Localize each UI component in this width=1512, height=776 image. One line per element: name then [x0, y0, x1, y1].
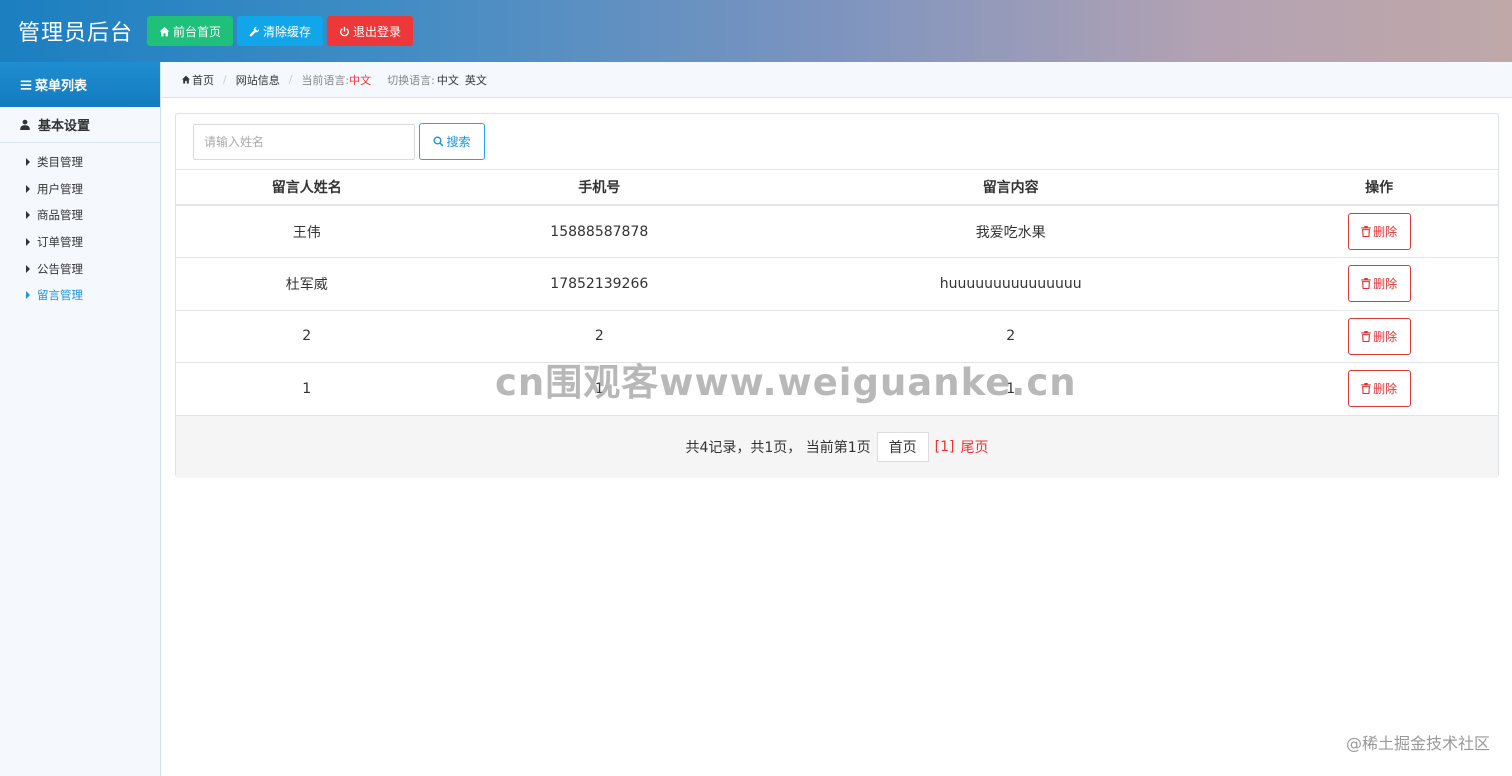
cell-actions: 删除 [1260, 257, 1498, 311]
search-icon [433, 136, 444, 147]
menu-icon [20, 80, 32, 90]
clear-cache-button[interactable]: 清除缓存 [237, 16, 324, 46]
sidebar: 菜单列表 基本设置 类目管理 用户管理 商品管理 订单管理 公告管理 留言管理 [0, 62, 161, 776]
first-page-button[interactable]: 首页 [876, 431, 929, 462]
sidebar-heading-label: 菜单列表 [35, 79, 88, 94]
caret-right-icon [26, 211, 30, 220]
sidebar-item-label: 用户管理 [37, 181, 83, 196]
breadcrumb-current: 网站信息 [235, 73, 280, 87]
cell-actions: 删除 [1260, 362, 1498, 416]
delete-button[interactable]: 删除 [1347, 265, 1411, 303]
sidebar-item-category[interactable]: 类目管理 [0, 149, 160, 176]
cell-phone: 15888587878 [437, 205, 762, 258]
sidebar-item-label: 商品管理 [37, 208, 83, 223]
sidebar-menu: 类目管理 用户管理 商品管理 订单管理 公告管理 留言管理 [0, 143, 160, 309]
delete-label: 删除 [1373, 382, 1398, 397]
delete-button[interactable]: 删除 [1347, 370, 1411, 408]
pagination-summary: 共4记录，共1页， 当前第1页 [685, 439, 871, 456]
search-button-label: 搜索 [446, 135, 471, 149]
cell-actions: 删除 [1260, 310, 1498, 363]
last-page-link[interactable]: 尾页 [961, 437, 989, 457]
delete-button[interactable]: 删除 [1347, 317, 1411, 355]
table-header-row: 留言人姓名 手机号 留言内容 操作 [176, 170, 1498, 206]
switch-language-label: 切换语言: [387, 73, 435, 87]
messages-table: 留言人姓名 手机号 留言内容 操作 王伟 15888587878 我爱吃水果 删… [176, 170, 1498, 416]
sidebar-item-label: 公告管理 [37, 261, 83, 276]
breadcrumb: 首页 / 网站信息 / 当前语言: 中文 切换语言: 中文 英文 [161, 62, 1512, 98]
frontend-home-button[interactable]: 前台首页 [147, 16, 234, 46]
table-row: 王伟 15888587878 我爱吃水果 删除 [176, 205, 1498, 258]
search-toolbar: 搜索 [176, 114, 1498, 170]
breadcrumb-separator: / [288, 73, 293, 86]
language-chinese-link[interactable]: 中文 [437, 72, 459, 88]
sidebar-group-label: 基本设置 [38, 119, 91, 134]
trash-icon [1361, 330, 1371, 342]
cell-name: 杜军威 [176, 257, 438, 311]
cell-name: 2 [176, 310, 438, 363]
cell-content: 2 [761, 310, 1261, 363]
language-english-link[interactable]: 英文 [465, 72, 487, 88]
sidebar-item-orders[interactable]: 订单管理 [0, 229, 160, 256]
current-page-link[interactable]: [1] [935, 439, 955, 455]
cell-actions: 删除 [1260, 205, 1498, 258]
power-icon [340, 26, 350, 36]
caret-right-icon [26, 264, 30, 273]
user-icon [20, 119, 30, 130]
cell-content: 1 [761, 362, 1261, 416]
search-button[interactable]: 搜索 [419, 123, 485, 160]
frontend-home-label: 前台首页 [173, 24, 222, 39]
home-icon [182, 75, 190, 84]
trash-icon [1361, 226, 1371, 237]
sidebar-item-messages[interactable]: 留言管理 [0, 282, 160, 309]
sidebar-item-users[interactable]: 用户管理 [0, 176, 160, 203]
cell-content: huuuuuuuuuuuuuuu [761, 257, 1261, 311]
caret-right-icon [26, 291, 30, 300]
cell-name: 1 [176, 362, 438, 416]
sidebar-item-notices[interactable]: 公告管理 [0, 255, 160, 282]
clear-cache-label: 清除缓存 [263, 24, 312, 39]
cell-phone: 1 [437, 362, 762, 416]
cell-phone: 17852139266 [437, 257, 762, 311]
corner-watermark: @稀土掘金技术社区 [1345, 734, 1490, 753]
app-title: 管理员后台 [18, 21, 134, 46]
cell-name: 王伟 [176, 205, 438, 258]
column-header-content: 留言内容 [761, 170, 1261, 206]
table-row: 2 2 2 删除 [176, 310, 1498, 363]
column-header-name: 留言人姓名 [176, 170, 438, 206]
pagination: 共4记录，共1页， 当前第1页 首页 [1] 尾页 [176, 415, 1498, 478]
logout-label: 退出登录 [353, 24, 402, 39]
name-search-input[interactable] [193, 123, 415, 160]
cell-content: 我爱吃水果 [761, 205, 1261, 258]
trash-icon [1361, 383, 1371, 395]
column-header-phone: 手机号 [437, 170, 762, 206]
table-row: 杜军威 17852139266 huuuuuuuuuuuuuuu 删除 [176, 257, 1498, 311]
logout-button[interactable]: 退出登录 [327, 16, 414, 46]
sidebar-item-label: 订单管理 [37, 235, 83, 250]
sidebar-group-basic-settings[interactable]: 基本设置 [0, 107, 160, 143]
trash-icon [1361, 278, 1371, 290]
breadcrumb-separator: / [223, 73, 227, 86]
delete-label: 删除 [1373, 277, 1398, 292]
sidebar-item-products[interactable]: 商品管理 [0, 202, 160, 229]
table-row: 1 1 1 删除 [176, 362, 1498, 416]
sidebar-heading: 菜单列表 [0, 62, 160, 107]
current-language-label: 当前语言: [301, 73, 350, 87]
top-header: 管理员后台 前台首页 清除缓存 退出登录 [0, 0, 1512, 62]
messages-panel: 搜索 留言人姓名 手机号 留言内容 操作 王伟 15888587878 我爱吃水… [175, 113, 1499, 478]
cell-phone: 2 [437, 310, 762, 363]
current-language-value: 中文 [349, 73, 372, 87]
caret-right-icon [26, 158, 30, 167]
delete-button[interactable]: 删除 [1347, 213, 1411, 250]
wrench-icon [249, 26, 260, 36]
column-header-actions: 操作 [1260, 170, 1498, 206]
home-icon [159, 26, 170, 36]
breadcrumb-home[interactable]: 首页 [192, 72, 214, 88]
caret-right-icon [26, 238, 30, 247]
delete-label: 删除 [1373, 329, 1398, 344]
delete-label: 删除 [1373, 225, 1398, 239]
caret-right-icon [26, 184, 30, 193]
sidebar-item-label: 留言管理 [37, 288, 83, 303]
sidebar-item-label: 类目管理 [37, 155, 83, 170]
